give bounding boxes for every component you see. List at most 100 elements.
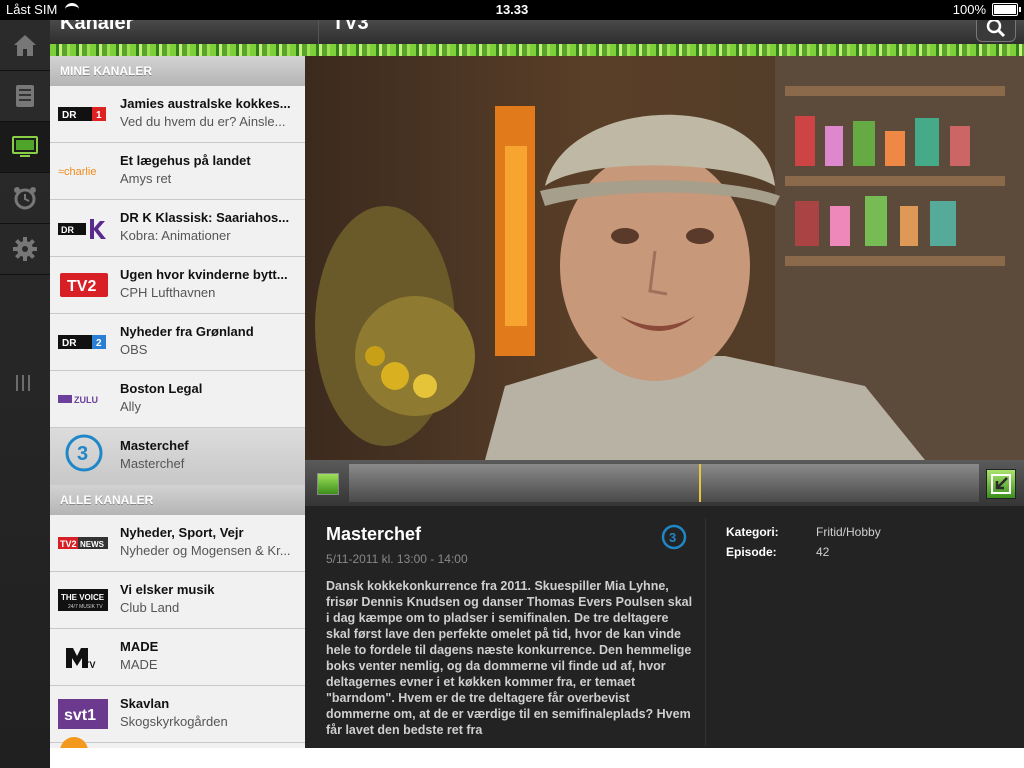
section-header-alle: ALLE KANALER bbox=[50, 485, 305, 515]
program-title: Masterchef bbox=[326, 524, 422, 544]
next-program: Ally bbox=[120, 399, 141, 414]
svg-text:svt1: svt1 bbox=[64, 707, 96, 724]
guide-icon[interactable] bbox=[0, 71, 50, 122]
channel-row-dr2[interactable]: DR 2 Nyheder fra Grønland OBS bbox=[50, 314, 305, 371]
category-value: Fritid/Hobby bbox=[816, 525, 881, 539]
channel-logo-zulu: ZULU bbox=[58, 385, 110, 413]
alarm-icon[interactable] bbox=[0, 173, 50, 224]
search-icon bbox=[986, 20, 1006, 38]
search-button[interactable] bbox=[976, 20, 1016, 42]
channel-logo-tv2: TV2 bbox=[58, 271, 110, 299]
channel-row-thevoice[interactable]: THE VOICE 24/7 MUSIK TV Vi elsker musik C… bbox=[50, 572, 305, 629]
status-bar: Låst SIM 13.33 100% bbox=[0, 0, 1024, 20]
next-program: Club Land bbox=[120, 600, 180, 615]
section-header-mine: MINE KANALER bbox=[50, 56, 305, 86]
channel-row-tv2news[interactable]: TV2 NEWS Nyheder, Sport, Vejr Nyheder og … bbox=[50, 515, 305, 572]
channel-row-drk[interactable]: DR DR K Klassisk: Saariahos... Kobra: An… bbox=[50, 200, 305, 257]
next-program: Amys ret bbox=[120, 171, 172, 186]
playhead[interactable] bbox=[699, 464, 701, 502]
video-player[interactable] bbox=[305, 56, 1024, 460]
channel-logo-dr2: DR 2 bbox=[58, 328, 110, 356]
top-header: Kanaler TV3 bbox=[50, 20, 1024, 44]
program-description: Dansk kokkekonkurrence fra 2011. Skuespi… bbox=[326, 579, 693, 737]
play-icon[interactable] bbox=[317, 473, 339, 495]
drag-handle-icon[interactable] bbox=[16, 375, 36, 395]
header-divider bbox=[306, 20, 319, 44]
program-title: MADE bbox=[120, 639, 159, 654]
timeline-track[interactable] bbox=[349, 464, 979, 502]
channels-title: Kanaler bbox=[60, 20, 134, 34]
program-title: Vi elsker musik bbox=[120, 582, 215, 597]
program-title: Et lægehus på landet bbox=[120, 153, 251, 168]
svg-text:3: 3 bbox=[669, 530, 676, 545]
program-title: Skavlan bbox=[120, 696, 170, 711]
current-channel-title: TV3 bbox=[332, 20, 369, 34]
next-program: MADE bbox=[120, 657, 158, 672]
home-icon[interactable] bbox=[0, 20, 50, 71]
svg-text:DR: DR bbox=[62, 110, 77, 121]
details-divider bbox=[705, 518, 706, 746]
svg-text:2: 2 bbox=[96, 338, 102, 349]
playback-bar bbox=[305, 460, 1024, 506]
channel-logo-drk: DR bbox=[58, 214, 110, 242]
channel-logo-mtv: TV bbox=[58, 643, 110, 671]
video-frame-image bbox=[305, 56, 1024, 460]
channel-logo-tv3: 3 bbox=[58, 434, 110, 472]
channel-list: MINE KANALER DR 1 Jamies australske kokke… bbox=[50, 56, 305, 748]
bottom-strip bbox=[50, 748, 1024, 768]
svg-text:3: 3 bbox=[77, 443, 88, 465]
svg-text:ZULU: ZULU bbox=[74, 395, 98, 405]
accent-stripe bbox=[50, 44, 1024, 56]
program-title: Boston Legal bbox=[120, 381, 203, 396]
program-title: Jamies australske kokkes... bbox=[120, 96, 291, 111]
next-program: Nyheder og Mogensen & Kr... bbox=[120, 543, 291, 558]
svg-text:THE VOICE: THE VOICE bbox=[61, 593, 105, 602]
channel-logo-tv2news: TV2 NEWS bbox=[58, 529, 110, 557]
battery-icon bbox=[992, 3, 1021, 16]
channel-row-mtv[interactable]: TV MADE MADE bbox=[50, 629, 305, 686]
program-details: Masterchef 5/11-2011 kl. 13:00 - 14:00 D… bbox=[305, 506, 1024, 748]
svg-text:1: 1 bbox=[96, 110, 102, 121]
channel-row-tv2[interactable]: TV2 Ugen hvor kvinderne bytt... CPH Luft… bbox=[50, 257, 305, 314]
svg-text:TV2: TV2 bbox=[60, 539, 77, 549]
channel-row-charlie[interactable]: ≈charlie Et lægehus på landet Amys ret bbox=[50, 143, 305, 200]
svg-text:TV2: TV2 bbox=[67, 278, 96, 295]
shrink-icon bbox=[991, 474, 1011, 494]
program-title: Nyheder, Sport, Vejr bbox=[120, 525, 244, 540]
side-nav bbox=[0, 20, 50, 768]
next-program: OBS bbox=[120, 342, 148, 357]
next-program: Skogskyrkogården bbox=[120, 714, 228, 729]
clock: 13.33 bbox=[495, 2, 529, 17]
episode-label: Episode: bbox=[726, 545, 777, 559]
svg-text:DR: DR bbox=[61, 225, 74, 235]
channel-logo-dr1: DR 1 bbox=[58, 100, 110, 128]
channel-logo-thevoice: THE VOICE 24/7 MUSIK TV bbox=[58, 586, 110, 614]
svg-text:NEWS: NEWS bbox=[80, 540, 105, 549]
svg-text:DR: DR bbox=[62, 338, 77, 349]
next-program: CPH Lufthavnen bbox=[120, 285, 216, 300]
channel-row-zulu[interactable]: ZULU Boston Legal Ally bbox=[50, 371, 305, 428]
channel-logo-tv3: 3 bbox=[661, 524, 687, 555]
program-title: DR K Klassisk: Saariahos... bbox=[120, 210, 290, 225]
episode-value: 42 bbox=[816, 545, 830, 559]
program-title: Nyheder fra Grønland bbox=[120, 324, 254, 339]
channel-row-svt1[interactable]: svt1 Skavlan Skogskyrkogården bbox=[50, 686, 305, 743]
svg-text:TV: TV bbox=[84, 660, 96, 670]
channel-row-dr1[interactable]: DR 1 Jamies australske kokkes... Ved du h… bbox=[50, 86, 305, 143]
svg-text:24/7 MUSIK TV: 24/7 MUSIK TV bbox=[68, 604, 103, 610]
program-time: 5/11-2011 kl. 13:00 - 14:00 bbox=[326, 552, 468, 566]
collapse-button[interactable] bbox=[986, 469, 1016, 499]
svg-text:≈charlie: ≈charlie bbox=[58, 166, 96, 178]
next-program: Ved du hvem du er? Ainsle... bbox=[120, 114, 286, 129]
tv-icon[interactable] bbox=[0, 122, 50, 173]
battery-percent: 100% bbox=[952, 2, 986, 17]
category-label: Kategori: bbox=[726, 525, 779, 539]
channel-logo-svt1: svt1 bbox=[58, 699, 110, 729]
program-title: Masterchef bbox=[120, 438, 189, 453]
channel-row-tv3[interactable]: 3 Masterchef Masterchef bbox=[50, 428, 305, 485]
settings-icon[interactable] bbox=[0, 224, 50, 275]
channel-logo-charlie: ≈charlie bbox=[58, 157, 110, 185]
next-program: Masterchef bbox=[120, 456, 185, 471]
next-program: Kobra: Animationer bbox=[120, 228, 231, 243]
program-title: Ugen hvor kvinderne bytt... bbox=[120, 267, 288, 282]
